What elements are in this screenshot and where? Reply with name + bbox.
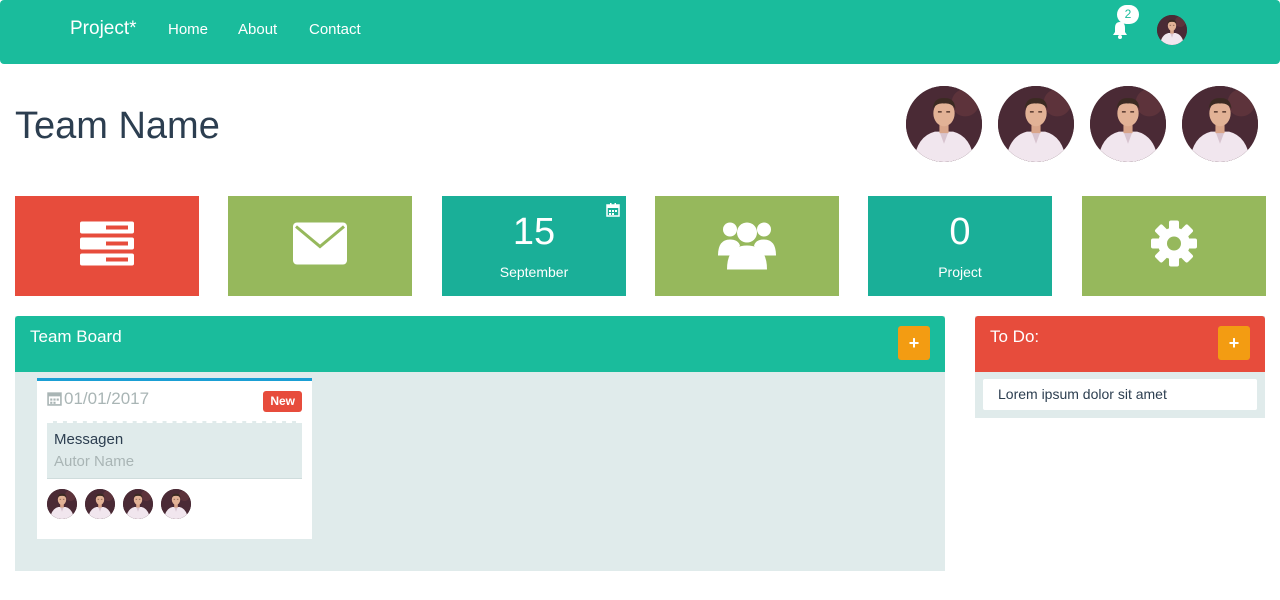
todo-title: To Do: xyxy=(990,327,1040,346)
users-icon xyxy=(718,218,776,275)
tile-settings[interactable] xyxy=(1082,196,1266,296)
gear-icon xyxy=(1151,220,1197,272)
todo-item[interactable]: Lorem ipsum dolor sit amet xyxy=(983,379,1257,410)
add-card-button[interactable]: + xyxy=(898,326,930,360)
notification-badge: 2 xyxy=(1117,5,1139,24)
tile-calendar[interactable]: 15 September xyxy=(442,196,626,296)
team-board-header: Team Board + xyxy=(15,316,945,372)
nav-link-contact[interactable]: Contact xyxy=(309,21,361,38)
team-board: Team Board + 01/01/2017 New Messagen Aut… xyxy=(15,316,945,571)
status-badge: New xyxy=(263,391,302,412)
page-title: Team Name xyxy=(15,105,220,147)
tile-server[interactable] xyxy=(15,196,199,296)
card-message: Messagen Autor Name xyxy=(47,421,302,479)
todo-item-text: Lorem ipsum dolor sit amet xyxy=(998,386,1167,402)
plus-icon: + xyxy=(1228,333,1240,353)
nav-link-home[interactable]: Home xyxy=(168,21,208,38)
team-board-title: Team Board xyxy=(30,327,122,346)
project-count: 0 xyxy=(949,211,971,253)
tile-team[interactable] xyxy=(655,196,839,296)
project-label: Project xyxy=(938,264,982,280)
card-date-text: 01/01/2017 xyxy=(64,389,150,408)
avatar[interactable] xyxy=(85,489,115,519)
member-avatar[interactable] xyxy=(906,86,982,162)
member-avatar[interactable] xyxy=(998,86,1074,162)
envelope-icon xyxy=(293,222,347,270)
calendar-icon xyxy=(47,392,62,406)
plus-icon: + xyxy=(908,333,920,353)
nav-link-about[interactable]: About xyxy=(238,21,277,38)
todo-header: To Do: + xyxy=(975,316,1265,372)
todo-panel: To Do: + Lorem ipsum dolor sit amet xyxy=(975,316,1265,418)
server-icon xyxy=(80,221,134,271)
card-date: 01/01/2017 xyxy=(47,389,149,409)
tile-messages[interactable] xyxy=(228,196,412,296)
calendar-day: 15 xyxy=(512,211,556,253)
message-author: Autor Name xyxy=(54,453,135,470)
calendar-month: September xyxy=(499,264,569,280)
avatar[interactable] xyxy=(47,489,77,519)
tile-projects[interactable]: 0 Project xyxy=(868,196,1052,296)
avatar[interactable] xyxy=(123,489,153,519)
member-avatar[interactable] xyxy=(1182,86,1258,162)
avatar[interactable] xyxy=(161,489,191,519)
brand-link[interactable]: Project* xyxy=(70,18,137,40)
member-avatar[interactable] xyxy=(1090,86,1166,162)
navbar: Project* Home About Contact 2 xyxy=(0,0,1280,64)
board-card[interactable]: 01/01/2017 New Messagen Autor Name xyxy=(37,378,312,539)
message-text: Messagen xyxy=(54,431,124,448)
user-avatar[interactable] xyxy=(1157,15,1187,45)
add-todo-button[interactable]: + xyxy=(1218,326,1250,360)
